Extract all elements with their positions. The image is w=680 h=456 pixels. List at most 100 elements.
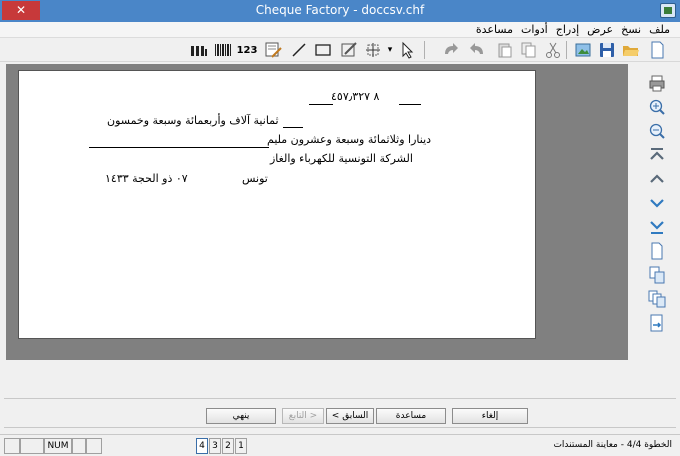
export-button[interactable] [572,40,594,60]
next-page-button[interactable] [646,192,668,214]
toolbar-separator [566,41,567,59]
redo-icon [445,43,458,54]
window-title: Cheque Factory - doccsv.chf [255,3,425,17]
multi-pages-button[interactable] [646,288,668,310]
paste-icon [498,43,512,58]
copy-icon [521,42,536,58]
menu-insert[interactable]: إدراج [556,23,579,36]
status-bar: NUM 4 3 2 1 الخطوة 4/4 - معاينة المستندا… [0,434,680,456]
rectangle-icon [315,44,331,56]
barcode-icon [215,44,231,56]
edit-tool-button[interactable] [338,40,360,60]
menu-tools[interactable]: أدوات [521,23,548,36]
page-tab-3[interactable]: 3 [209,438,221,454]
number-tool-label: 123 [236,44,258,56]
open-button[interactable] [620,40,642,60]
previous-page-button[interactable] [646,168,668,190]
page-tab-2[interactable]: 2 [222,438,234,454]
select-tool-button[interactable] [396,40,418,60]
image-export-icon [575,43,591,57]
first-page-icon [650,148,664,160]
previous-button[interactable]: < السابق [326,408,374,424]
move-tool-button[interactable] [362,40,384,60]
cheque-amount: ٨ ٤٥٧٫٣٢٧ [331,90,380,103]
preview-area: ٨ ٤٥٧٫٣٢٧ ثمانية آلاف وأربعمائة وسبعة وخ… [6,64,628,360]
status-cell [86,438,102,454]
cancel-button[interactable]: إلغاء [452,408,528,424]
chevron-up-icon [650,174,664,183]
last-page-button[interactable] [646,216,668,238]
page-settings-button[interactable] [646,312,668,334]
zoom-out-button[interactable] [646,120,668,142]
page-tab-1[interactable]: 1 [235,438,247,454]
menu-view[interactable]: عرض [587,23,613,36]
right-sidebar [642,64,672,364]
num-lock-indicator: NUM [44,438,72,454]
payee-name: الشركة التونسية للكهرباء والغاز [270,152,413,165]
menu-bar: ملف نسخ عرض إدراج أدوات مساعدة [0,22,680,38]
cheque-preview: ٨ ٤٥٧٫٣٢٧ ثمانية آلاف وأربعمائة وسبعة وخ… [18,70,536,339]
barcode-tool-button[interactable] [212,40,234,60]
printer-icon [649,75,665,92]
image-tool-button[interactable] [262,40,284,60]
new-document-icon [651,41,664,59]
first-page-button[interactable] [646,144,668,166]
finish-button[interactable]: ينهي [206,408,276,424]
text-field-tool-button[interactable] [188,40,210,60]
status-text: الخطوة 4/4 - معاينة المستندات [553,440,672,450]
words-underline [283,127,303,128]
two-pages-button[interactable] [646,264,668,286]
status-cell [20,438,44,454]
paste-button[interactable] [494,40,516,60]
amount-words-line2: دينارا وثلاثمائة وسبعة وعشرون مليم [267,133,432,146]
folder-open-icon [623,46,639,56]
multi-pages-icon [648,290,666,308]
page-arrow-icon [650,314,663,332]
words-line2-underline [89,147,269,148]
cheque-date: ٠٧ ذو الحجة ١٤٣٣ [105,172,188,185]
app-icon [660,3,676,18]
redo-button[interactable] [440,40,462,60]
line-tool-button[interactable] [288,40,310,60]
chevron-down-icon [650,199,664,208]
menu-copy[interactable]: نسخ [621,23,641,36]
undo-icon [470,43,483,54]
text-field-icon [191,46,207,56]
chevron-down-icon: ▾ [387,45,393,55]
status-cell [4,438,20,454]
undo-button[interactable] [466,40,488,60]
amount-underline-right [399,104,421,105]
zoom-in-button[interactable] [646,96,668,118]
dropdown-button[interactable]: ▾ [384,40,396,60]
menu-file[interactable]: ملف [649,23,670,36]
save-button[interactable] [596,40,618,60]
image-pencil-icon [265,42,282,58]
move-arrows-icon [366,43,380,57]
single-page-button[interactable] [646,240,668,262]
cut-button[interactable] [542,40,564,60]
number-tool-button[interactable]: 123 [236,40,258,60]
menu-help[interactable]: مساعدة [476,23,513,36]
page-tab-4[interactable]: 4 [196,438,208,454]
pencil-box-icon [341,42,357,57]
two-pages-icon [649,266,665,284]
zoom-out-icon [649,123,665,139]
amount-words-line1: ثمانية آلاف وأربعمائة وسبعة وخمسون [107,114,279,127]
toolbar-separator [424,41,425,59]
cheque-place: تونس [242,172,268,185]
rectangle-tool-button[interactable] [312,40,334,60]
new-button[interactable] [646,40,668,60]
last-page-icon [650,221,664,234]
cursor-icon [402,41,414,59]
zoom-in-icon [649,99,665,115]
amount-underline-left [309,104,333,105]
line-icon [292,43,306,57]
wizard-button-panel: إلغاء مساعدة < السابق التابع > ينهي [4,398,676,428]
next-button[interactable]: التابع > [282,408,324,424]
help-button[interactable]: مساعدة [376,408,446,424]
page-icon [651,242,663,260]
copy-button[interactable] [518,40,540,60]
toolbar: 123 ▾ [0,38,680,62]
print-button[interactable] [646,72,668,94]
save-icon [600,43,614,57]
